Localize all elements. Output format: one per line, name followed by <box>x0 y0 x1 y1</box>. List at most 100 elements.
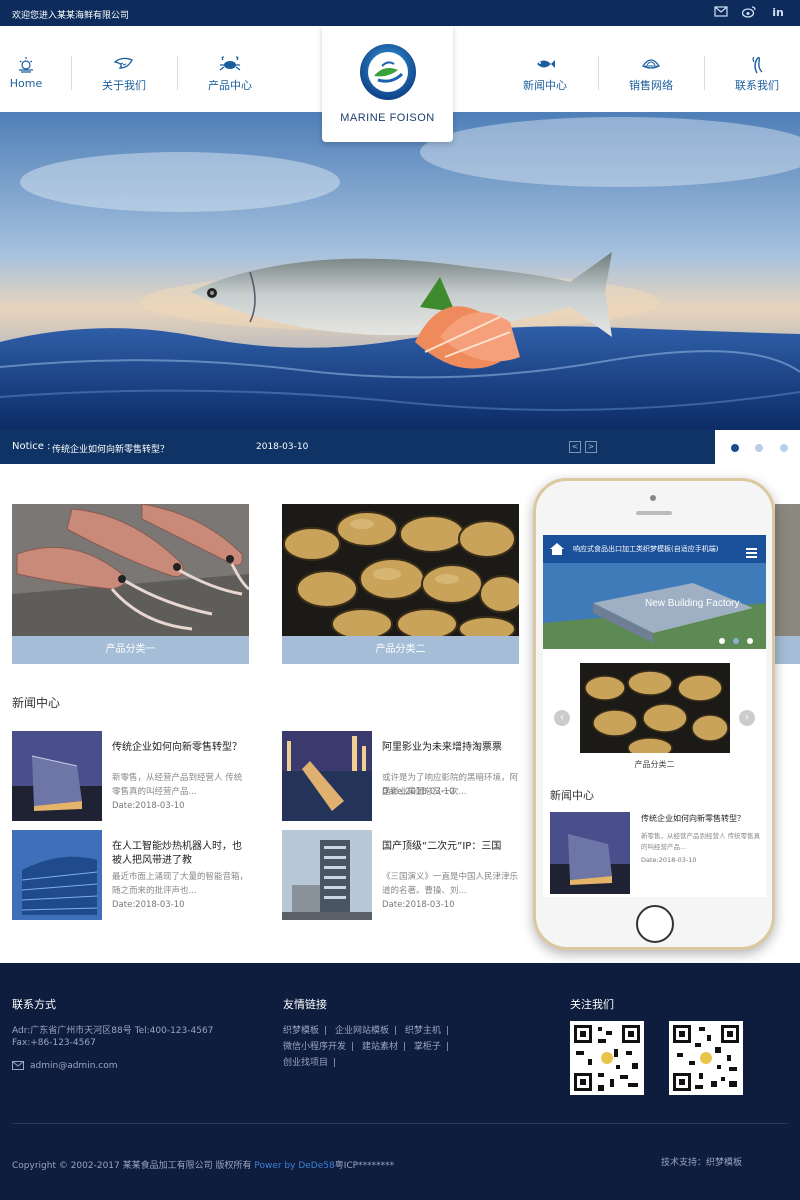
slider-dot[interactable] <box>780 444 788 452</box>
slider-dot[interactable] <box>731 444 739 452</box>
slider-dot[interactable] <box>719 638 725 644</box>
nav-divider <box>177 56 178 90</box>
menu-icon[interactable] <box>746 543 757 562</box>
footer-copyright-line: Copyright © 2002-2017 某某食品加工有限公司 版权所有 Po… <box>12 1158 394 1171</box>
slider-dots <box>715 430 800 464</box>
phone-home-button <box>636 905 674 943</box>
footer-link[interactable]: 微信小程序开发 <box>283 1042 346 1052</box>
phone-carousel-prev[interactable]: ‹ <box>554 710 570 726</box>
notice-bar: Notice : 传统企业如何向新零售转型？ 2018-03-10 < > <box>0 430 715 464</box>
hero-banner <box>0 112 800 430</box>
news-item[interactable]: 阿里影业为未来增持淘票票 或许是为了响应影院的黑暗环境，阿里影业集团总又一次..… <box>282 731 522 823</box>
nav-news[interactable]: 新闻中心 <box>519 54 571 104</box>
notice-next-button[interactable]: > <box>585 441 597 453</box>
news-date: Date:2018-03-10 <box>112 900 185 910</box>
phone-header-title: 响应式食品出口加工类织梦模板(自适应手机端) <box>573 545 719 553</box>
slider-dot[interactable] <box>733 638 739 644</box>
footer: 联系方式 Adr:广东省广州市天河区88号 Tel:400-123-4567 F… <box>0 963 800 1200</box>
crab-icon <box>204 54 256 74</box>
nav-divider <box>71 56 72 90</box>
news-title[interactable]: 阿里影业为未来增持淘票票 <box>382 741 518 755</box>
footer-contact-title: 联系方式 <box>12 998 56 1011</box>
news-thumbnail <box>12 731 102 821</box>
news-item[interactable]: 传统企业如何向新零售转型？ 新零售，从经营产品到经营人 传统零售真的叫经营产品.… <box>12 731 252 823</box>
footer-divider <box>12 1123 788 1124</box>
footer-link[interactable]: 创业找项目 <box>283 1058 328 1068</box>
nav-network[interactable]: 销售网络 <box>625 54 677 104</box>
news-thumbnail <box>282 830 372 920</box>
phone-product-image[interactable] <box>580 663 730 753</box>
sun-icon <box>8 54 44 74</box>
nav-divider <box>704 56 705 90</box>
news-title[interactable]: 传统企业如何向新零售转型？ <box>112 741 248 755</box>
nav-home-label: Home <box>9 77 43 90</box>
footer-address: Adr:广东省广州市天河区88号 Tel:400-123-4567 <box>12 1026 214 1036</box>
linkedin-icon[interactable]: in <box>771 6 785 20</box>
logo-emblem <box>360 44 416 100</box>
nav-news-label: 新闻中心 <box>523 79 567 92</box>
nav-network-label: 销售网络 <box>629 79 673 92</box>
footer-link[interactable]: 企业网站模板 <box>335 1026 389 1036</box>
nav-products-label: 产品中心 <box>208 79 252 92</box>
footer-email[interactable]: admin@admin.com <box>30 1061 117 1071</box>
slider-dot[interactable] <box>747 638 753 644</box>
notice-label: Notice : <box>12 441 51 452</box>
news-item[interactable]: 在人工智能炒热机器人时，也被人把风带进了教 最近市面上涌现了大量的智能音箱，随之… <box>12 830 252 922</box>
notice-text[interactable]: 传统企业如何向新零售转型？ <box>52 442 169 455</box>
category-card[interactable]: 产品分类二 <box>282 504 525 664</box>
qr-code <box>570 1021 644 1095</box>
phone-screen: 响应式食品出口加工类织梦模板(自适应手机端) New Building Fact… <box>543 535 766 897</box>
footer-link[interactable]: 织梦模板 <box>283 1026 319 1036</box>
nav-contact-label: 联系我们 <box>735 79 779 92</box>
phone-news-thumbnail <box>550 812 630 894</box>
shrimp-icon <box>98 54 150 74</box>
footer-link[interactable]: 掌柜子 <box>414 1042 441 1052</box>
news-description: 新零售，从经营产品到经营人 传统零售真的叫经营产品... <box>112 773 243 797</box>
phone-news-item-title[interactable]: 传统企业如何向新零售转型？ <box>641 813 761 824</box>
news-item[interactable]: 国产顶级“二次元”IP：三国 《三国演义》一直是中国人民津津乐道的名著。曹操、刘… <box>282 830 522 922</box>
footer-powered-link[interactable]: Power by DeDe58 <box>254 1161 334 1171</box>
news-description: 《三国演义》一直是中国人民津津乐道的名著。曹操、刘... <box>382 872 519 896</box>
phone-news-item-desc: 新零售，从经营产品到经营人 传统零售真的叫经营产品... <box>641 832 761 851</box>
weibo-icon[interactable] <box>741 6 756 20</box>
phone-camera <box>650 495 656 501</box>
news-section-title: 新闻中心 <box>12 696 61 710</box>
footer-copyright: Copyright © 2002-2017 某某食品加工有限公司 版权所有 <box>12 1161 252 1171</box>
footer-link[interactable]: 织梦主机 <box>405 1026 441 1036</box>
footer-links-title: 友情链接 <box>283 998 327 1011</box>
news-title[interactable]: 国产顶级“二次元”IP：三国 <box>382 840 518 854</box>
phone-speaker <box>636 511 672 515</box>
phone-news-title: 新闻中心 <box>550 789 594 802</box>
phone-header: 响应式食品出口加工类织梦模板(自适应手机端) <box>543 535 766 563</box>
qr-code <box>669 1021 743 1095</box>
news-date: Date:2018-03-10 <box>382 787 455 797</box>
welcome-text: 欢迎您进入某某海鲜有限公司 <box>12 11 130 21</box>
salmon-banner-image <box>0 112 800 430</box>
footer-fax: Fax:+86-123-4567 <box>12 1038 96 1048</box>
news-title[interactable]: 在人工智能炒热机器人时，也被人把风带进了教 <box>112 840 248 868</box>
nav-contact[interactable]: 联系我们 <box>731 54 783 104</box>
home-icon[interactable] <box>549 541 565 560</box>
seaweed-icon <box>731 54 783 74</box>
category-card[interactable]: 产品分类一 <box>12 503 250 664</box>
phone-banner: New Building Factory <box>543 563 766 649</box>
nav-home[interactable]: Home <box>8 54 44 104</box>
footer-links: 织梦模板 | 企业网站模板 | 织梦主机 | 微信小程序开发 | 建站素材 | 掌柜子 | … <box>283 1026 449 1068</box>
mussels-image <box>282 504 525 642</box>
nav-products[interactable]: 产品中心 <box>204 54 256 104</box>
slider-dot[interactable] <box>755 444 763 452</box>
mail-icon[interactable] <box>714 6 728 20</box>
fish-icon <box>519 54 571 74</box>
news-thumbnail <box>282 731 372 821</box>
mail-icon <box>12 1061 24 1073</box>
footer-icp: 粤ICP******** <box>334 1161 395 1171</box>
phone-news-item-date: Date:2018-03-10 <box>641 856 697 864</box>
footer-support[interactable]: 技术支持：织梦模板 <box>661 1155 742 1168</box>
category-label: 产品分类一 <box>12 636 249 664</box>
nav-about[interactable]: 关于我们 <box>98 54 150 104</box>
logo[interactable]: MARINE FOISON <box>322 26 453 142</box>
nav-about-label: 关于我们 <box>102 79 146 92</box>
phone-carousel-next[interactable]: › <box>739 710 755 726</box>
notice-prev-button[interactable]: < <box>569 441 581 453</box>
footer-link[interactable]: 建站素材 <box>362 1042 398 1052</box>
